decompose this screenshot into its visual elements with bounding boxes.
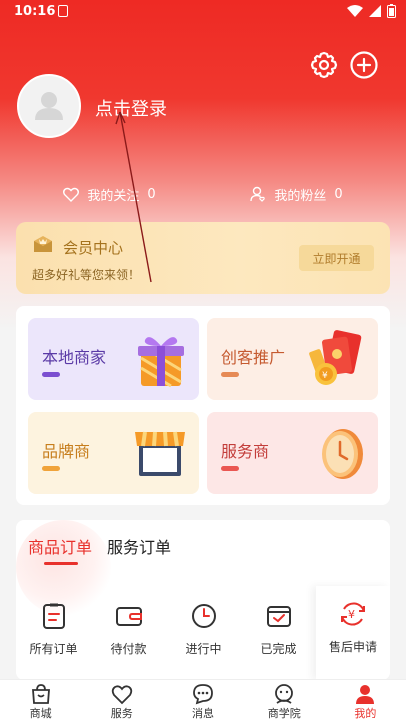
- notification-icon: [58, 5, 68, 17]
- tab-product-orders[interactable]: 商品订单: [28, 534, 92, 558]
- status-bar: 10:16: [0, 0, 406, 24]
- following-count: 0: [147, 186, 156, 202]
- vip-subtitle: 超多好礼等您来领！: [32, 268, 141, 282]
- status-time: 10:16: [14, 4, 56, 19]
- academy-icon: [275, 684, 294, 704]
- in-progress-button[interactable]: 进行中: [166, 598, 241, 680]
- fans-icon: [250, 186, 266, 202]
- storefront-icon: [135, 431, 185, 476]
- gift-box-icon: [138, 337, 184, 388]
- local-merchant-card[interactable]: 本地商家: [28, 318, 199, 400]
- tab-service-orders[interactable]: 服务订单: [107, 534, 171, 558]
- vip-crown-box-icon: [34, 236, 52, 252]
- vip-title: 会员中心: [63, 239, 124, 257]
- clock-service-icon: [322, 429, 363, 479]
- brand-merchant-card[interactable]: 品牌商: [28, 412, 199, 494]
- tab-service[interactable]: 服务: [81, 680, 162, 723]
- wallet-icon: [115, 607, 142, 626]
- avatar[interactable]: [17, 74, 81, 138]
- local-merchant-label: 本地商家: [42, 348, 107, 367]
- fans-label: 我的粉丝: [274, 188, 327, 204]
- active-tab-indicator: [44, 562, 78, 565]
- service-provider-label: 服务商: [221, 442, 270, 461]
- heart-icon: [111, 685, 132, 705]
- pending-payment-button[interactable]: 待付款: [91, 598, 166, 680]
- brand-merchant-label: 品牌商: [42, 442, 91, 461]
- clock-icon: [191, 604, 216, 628]
- maker-promotion-bar: [221, 372, 239, 377]
- red-envelope-coin-icon: ¥: [309, 330, 362, 385]
- shop-bag-icon: [31, 684, 50, 704]
- all-orders-button[interactable]: 所有订单: [16, 598, 91, 680]
- tab-mall[interactable]: 商城: [0, 680, 81, 723]
- tab-mine[interactable]: 我的: [325, 680, 406, 723]
- login-link[interactable]: 点击登录: [95, 95, 167, 121]
- brand-merchant-bar: [42, 466, 60, 471]
- heart-outline-icon: [63, 187, 80, 202]
- follow-stats: 我的关注 0 我的粉丝 0: [16, 172, 390, 216]
- tab-messages[interactable]: 消息: [162, 680, 243, 723]
- completed-box-icon: [266, 606, 291, 627]
- completed-button[interactable]: 已完成: [241, 598, 316, 680]
- all-orders-label: 所有订单: [29, 642, 78, 656]
- maker-promotion-card[interactable]: 创客推广 ¥: [207, 318, 378, 400]
- tab-academy[interactable]: 商学院: [244, 680, 325, 723]
- orders-section: 商品订单 服务订单 所有订单 待付款 进行中 已完成 ¥ 售后申请: [16, 520, 390, 680]
- signal-icon: [369, 5, 381, 17]
- service-provider-bar: [221, 466, 239, 471]
- wifi-icon: [347, 5, 363, 17]
- default-avatar-icon: [35, 92, 63, 120]
- tab-academy-label: 商学院: [267, 707, 301, 720]
- battery-icon: [387, 4, 396, 18]
- tab-messages-label: 消息: [192, 707, 214, 720]
- bottom-tab-bar: 商城 服务 消息 商学院 我的: [0, 679, 406, 723]
- after-sale-button[interactable]: ¥ 售后申请: [316, 586, 390, 680]
- service-provider-card[interactable]: 服务商: [207, 412, 378, 494]
- add-circle-icon[interactable]: [349, 50, 379, 80]
- in-progress-label: 进行中: [185, 642, 222, 656]
- my-fans[interactable]: 我的粉丝 0: [203, 185, 390, 204]
- maker-promotion-label: 创客推广: [221, 348, 286, 367]
- tab-mine-label: 我的: [354, 707, 377, 720]
- tab-mall-label: 商城: [29, 707, 52, 720]
- chat-icon: [193, 684, 213, 705]
- tab-service-label: 服务: [110, 707, 133, 720]
- activate-vip-button[interactable]: 立即开通: [299, 245, 374, 271]
- after-sale-label: 售后申请: [328, 640, 377, 654]
- completed-label: 已完成: [260, 642, 297, 656]
- clipboard-icon: [42, 603, 65, 629]
- my-following[interactable]: 我的关注 0: [16, 185, 203, 204]
- user-icon: [356, 685, 375, 704]
- local-merchant-bar: [42, 372, 60, 377]
- refund-icon: ¥: [341, 602, 365, 626]
- fans-count: 0: [334, 186, 343, 202]
- settings-gear-icon[interactable]: [309, 50, 339, 80]
- svg-text:¥: ¥: [322, 371, 328, 381]
- following-label: 我的关注: [87, 188, 140, 204]
- category-panel: 本地商家 创客推广 ¥ 品牌商 服务商: [16, 306, 390, 505]
- pending-payment-label: 待付款: [110, 642, 147, 656]
- svg-text:¥: ¥: [348, 608, 355, 621]
- status-icons: [347, 4, 396, 18]
- vip-center-card[interactable]: 会员中心 超多好礼等您来领！ 立即开通: [16, 222, 390, 294]
